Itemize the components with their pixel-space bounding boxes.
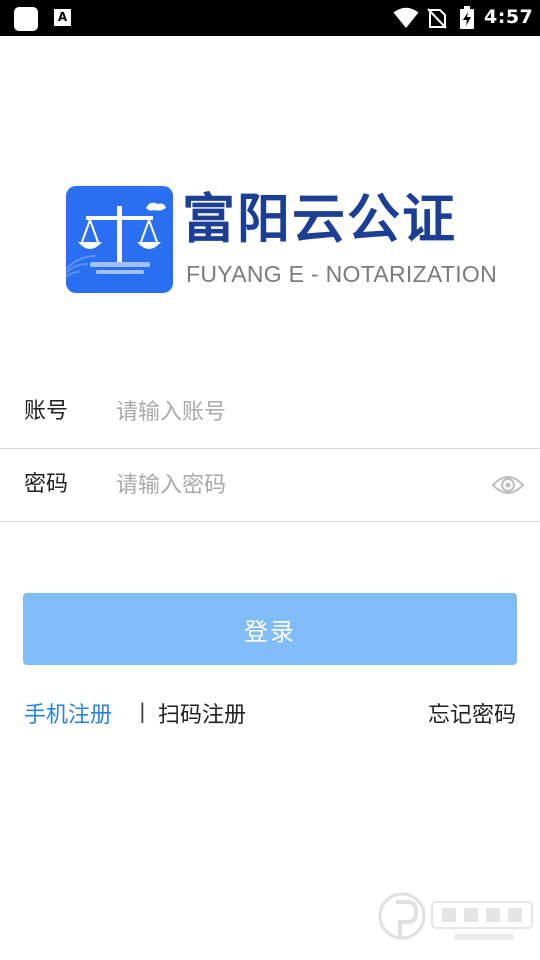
login-button[interactable]: 登录 xyxy=(23,593,517,665)
account-input[interactable] xyxy=(116,394,476,430)
status-time: 4:57 xyxy=(484,6,534,28)
forgot-password-link[interactable]: 忘记密码 xyxy=(428,697,516,729)
status-bar: A 4:57 xyxy=(0,0,540,36)
link-separator: | xyxy=(139,699,146,723)
brand-title: 富阳云公证 xyxy=(182,189,457,250)
brand-subtitle: FUYANG E - NOTARIZATION xyxy=(186,261,498,287)
wifi-icon xyxy=(393,7,419,28)
password-input[interactable] xyxy=(116,467,476,503)
watermark-logo-icon xyxy=(378,892,533,940)
eye-icon[interactable] xyxy=(491,472,525,498)
app-a-icon: A xyxy=(54,9,71,26)
scan-register-link[interactable]: 扫码注册 xyxy=(158,697,246,729)
password-field-row: 密码 xyxy=(0,449,540,522)
phone-register-link[interactable]: 手机注册 xyxy=(24,697,112,729)
password-label: 密码 xyxy=(24,472,69,497)
account-field-row: 账号 xyxy=(0,376,540,449)
no-sim-icon xyxy=(427,8,447,29)
scales-of-justice-icon xyxy=(66,186,173,293)
battery-charging-icon xyxy=(460,6,474,29)
account-label: 账号 xyxy=(24,399,69,424)
app-square-icon xyxy=(14,7,38,31)
app-badge-text: A xyxy=(57,10,68,24)
